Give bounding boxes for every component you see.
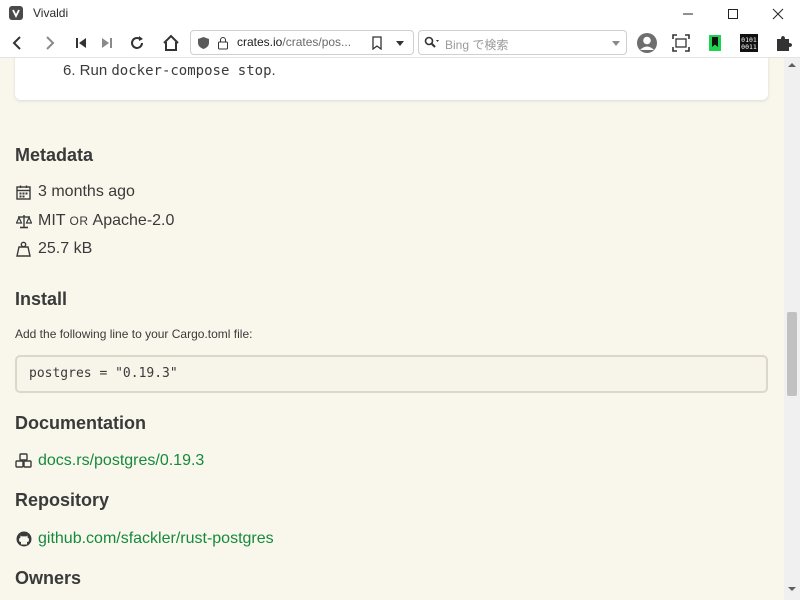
extensions-puzzle-icon[interactable] <box>771 31 795 55</box>
size-text: 25.7 kB <box>38 240 93 257</box>
license-mit: MIT <box>38 212 66 229</box>
minimize-button[interactable] <box>665 0 711 27</box>
repository-row: github.com/sfackler/rust-postgres <box>15 530 274 548</box>
page-content: 6. Run docker-compose stop. Metadata 3 m… <box>0 58 784 600</box>
license-apache: Apache-2.0 <box>92 212 175 229</box>
updated-text: 3 months ago <box>38 183 135 200</box>
window-title: Vivaldi <box>33 6 69 20</box>
search-engine-chevron-icon[interactable] <box>611 40 621 48</box>
repository-link[interactable]: github.com/sfackler/rust-postgres <box>38 530 274 548</box>
calendar-icon <box>15 184 32 201</box>
license-or: OR <box>69 214 89 228</box>
chevron-down-icon[interactable] <box>395 40 405 48</box>
profile-avatar[interactable] <box>635 31 659 55</box>
close-button[interactable] <box>755 0 800 27</box>
install-heading: Install <box>15 289 68 309</box>
scroll-down-arrow-icon[interactable] <box>788 586 796 592</box>
vivaldi-logo-icon <box>9 6 23 20</box>
metadata-size: 25.7 kB <box>15 240 92 258</box>
documentation-link[interactable]: docs.rs/postgres/0.19.3 <box>38 452 204 470</box>
scale-icon <box>15 213 32 230</box>
install-code-box[interactable]: postgres = "0.19.3" <box>15 355 768 393</box>
documentation-heading: Documentation <box>15 413 147 433</box>
bookmark-icon[interactable] <box>371 36 383 50</box>
url-host: crates.io <box>237 35 283 49</box>
metadata-heading: Metadata <box>15 145 94 165</box>
maximize-button[interactable] <box>710 0 756 27</box>
lock-icon <box>218 37 228 50</box>
search-icon <box>424 36 439 48</box>
url-text[interactable]: crates.io/crates/pos... <box>237 35 361 49</box>
repository-heading: Repository <box>15 490 110 510</box>
url-path: /crates/pos... <box>282 35 352 49</box>
search-placeholder: Bing で検索 <box>445 38 509 52</box>
fast-forward-button[interactable] <box>95 31 119 55</box>
rewind-button[interactable] <box>69 31 93 55</box>
shield-icon[interactable] <box>197 36 210 50</box>
extension-bookmark-icon[interactable] <box>703 31 727 55</box>
docs-rs-icon <box>15 453 32 470</box>
documentation-row: docs.rs/postgres/0.19.3 <box>15 452 204 470</box>
search-field[interactable]: Bing で検索 <box>418 30 627 55</box>
scrollbar-thumb[interactable] <box>787 312 797 396</box>
readme-card: 6. Run docker-compose stop. <box>15 58 768 100</box>
step-number: 6. Run <box>63 62 112 79</box>
install-note: Add the following line to your Cargo.tom… <box>15 327 253 341</box>
owners-heading: Owners <box>15 568 82 588</box>
navigation-toolbar: crates.io/crates/pos... Bing で検索 0101 001… <box>0 27 800 58</box>
weight-icon <box>15 241 32 258</box>
extension-binary-icon[interactable]: 0101 0011 <box>737 31 761 55</box>
install-code[interactable]: postgres = "0.19.3" <box>29 366 178 381</box>
metadata-updated: 3 months ago <box>15 183 135 201</box>
reload-button[interactable] <box>125 31 149 55</box>
readme-step: 6. Run docker-compose stop. <box>63 62 276 79</box>
scroll-up-arrow-icon[interactable] <box>788 62 796 68</box>
vertical-scrollbar[interactable] <box>784 58 800 600</box>
step-suffix: . <box>271 62 276 79</box>
github-icon <box>15 531 32 548</box>
metadata-license: MIT OR Apache-2.0 <box>15 212 174 230</box>
title-bar: Vivaldi <box>0 0 800 27</box>
step-code: docker-compose stop <box>111 63 272 79</box>
home-button[interactable] <box>159 31 183 55</box>
back-button[interactable] <box>5 31 29 55</box>
capture-icon[interactable] <box>669 31 693 55</box>
forward-button[interactable] <box>38 31 62 55</box>
svg-text:0011: 0011 <box>741 43 757 51</box>
address-bar[interactable]: crates.io/crates/pos... <box>190 30 414 55</box>
